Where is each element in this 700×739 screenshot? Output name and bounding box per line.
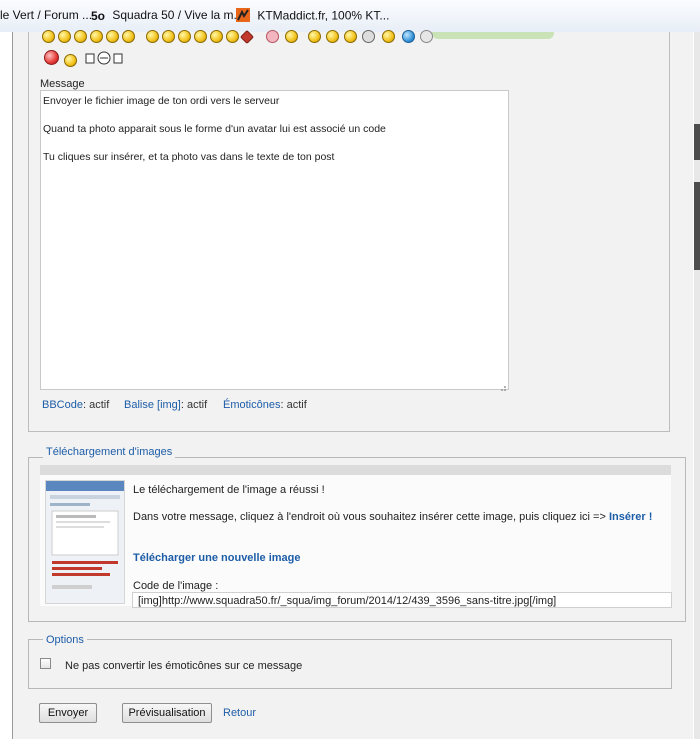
bbcode-value: : actif bbox=[82, 399, 110, 411]
smiley-icon[interactable] bbox=[226, 30, 239, 43]
message-line: Quand ta photo apparait sous le forme d'… bbox=[43, 123, 386, 135]
resize-grip-icon[interactable] bbox=[498, 379, 507, 391]
smiley-icon[interactable] bbox=[194, 30, 207, 43]
image-code-label: Code de l'image : bbox=[133, 580, 219, 592]
bookmark-squadra50[interactable]: 5o Squadra 50 / Vive la m... bbox=[91, 8, 244, 23]
smiley-icon[interactable] bbox=[42, 30, 55, 43]
smiley-icon[interactable] bbox=[210, 30, 223, 43]
pencil-icon[interactable] bbox=[420, 30, 433, 43]
insert-link[interactable]: Insérer ! bbox=[609, 511, 652, 523]
squadra-logo-icon: 5o bbox=[91, 8, 106, 23]
emoticons-value: : actif bbox=[280, 399, 307, 411]
divider-vertical bbox=[28, 32, 29, 432]
message-line: Envoyer le fichier image de ton ordi ver… bbox=[43, 95, 280, 107]
back-link[interactable]: Retour bbox=[223, 707, 256, 719]
bookmark-label: KTMaddict.fr, 100% KT... bbox=[257, 8, 390, 23]
preview-button[interactable]: Prévisualisation bbox=[122, 703, 212, 723]
smiley-icon[interactable] bbox=[326, 30, 339, 43]
img-tag-link[interactable]: Balise [img] bbox=[124, 399, 181, 411]
smiley-icon[interactable] bbox=[162, 30, 175, 43]
divider-vertical bbox=[669, 32, 670, 432]
smiley-icon[interactable] bbox=[64, 54, 77, 67]
smiley-icon[interactable] bbox=[382, 30, 395, 43]
globe-icon[interactable] bbox=[402, 30, 415, 43]
smiley-icon[interactable] bbox=[178, 30, 191, 43]
bbcode-status: BBCode: actif bbox=[42, 399, 109, 411]
no-emoticons-checkbox[interactable] bbox=[40, 658, 51, 669]
bbcode-link[interactable]: BBCode bbox=[42, 399, 83, 411]
ktm-logo-icon bbox=[236, 8, 250, 25]
image-code-field[interactable]: [img]http://www.squadra50.fr/_squa/img_f… bbox=[132, 592, 672, 608]
smiley-icon[interactable] bbox=[90, 30, 103, 43]
smiley-icon[interactable] bbox=[146, 30, 159, 43]
upload-success-text: Le téléchargement de l'image a réussi ! bbox=[133, 484, 325, 496]
scrollbar[interactable] bbox=[694, 32, 700, 739]
smiley-icon[interactable] bbox=[106, 30, 119, 43]
smiley-icon[interactable] bbox=[74, 30, 87, 43]
bookmark-ktmaddict[interactable]: KTMaddict.fr, 100% KT... bbox=[236, 8, 389, 25]
bookmark-label: le Vert / Forum ... bbox=[0, 8, 93, 22]
smiley-icon[interactable] bbox=[285, 30, 298, 43]
angry-smiley-icon[interactable] bbox=[44, 50, 59, 65]
message-line: Tu cliques sur insérer, et ta photo vas … bbox=[43, 151, 335, 163]
skull-icon[interactable] bbox=[362, 30, 375, 43]
thumbs-smiley-icon[interactable] bbox=[84, 49, 124, 65]
img-tag-status: Balise [img]: actif bbox=[124, 399, 207, 411]
smiley-icon[interactable] bbox=[122, 30, 135, 43]
smilies-highlight bbox=[432, 32, 554, 39]
divider bbox=[28, 431, 670, 432]
lips-icon[interactable] bbox=[266, 30, 279, 43]
no-emoticons-label: Ne pas convertir les émoticônes sur ce m… bbox=[65, 660, 303, 672]
img-tag-value: : actif bbox=[180, 399, 208, 411]
upload-legend: Téléchargement d'images bbox=[43, 446, 176, 458]
scrollbar-thumb[interactable] bbox=[694, 124, 700, 160]
bookmark-forum-vert[interactable]: le Vert / Forum ... bbox=[0, 8, 92, 22]
new-upload-link[interactable]: Télécharger une nouvelle image bbox=[133, 552, 301, 564]
smiley-icon[interactable] bbox=[58, 30, 71, 43]
bookmarks-bar: le Vert / Forum ... 5o Squadra 50 / Vive… bbox=[0, 0, 700, 33]
smiley-icon[interactable] bbox=[308, 30, 321, 43]
emoticons-status: Émoticônes: actif bbox=[223, 399, 307, 411]
message-label: Message bbox=[40, 78, 85, 90]
upload-instructions: Dans votre message, cliquez à l'endroit … bbox=[133, 511, 652, 523]
options-legend: Options bbox=[43, 634, 87, 646]
left-border bbox=[12, 32, 13, 739]
smiley-icon[interactable] bbox=[344, 30, 357, 43]
scrollbar-thumb-lower[interactable] bbox=[694, 182, 700, 270]
upload-header-strip bbox=[40, 465, 671, 475]
message-content: Envoyer le fichier image de ton ordi ver… bbox=[43, 94, 386, 178]
emoticons-link[interactable]: Émoticônes bbox=[223, 399, 280, 411]
bookmark-label: Squadra 50 / Vive la m... bbox=[112, 8, 244, 22]
send-button[interactable]: Envoyer bbox=[39, 703, 97, 723]
uploaded-image-thumbnail bbox=[45, 480, 125, 604]
upload-instructions-text: Dans votre message, cliquez à l'endroit … bbox=[133, 511, 606, 523]
